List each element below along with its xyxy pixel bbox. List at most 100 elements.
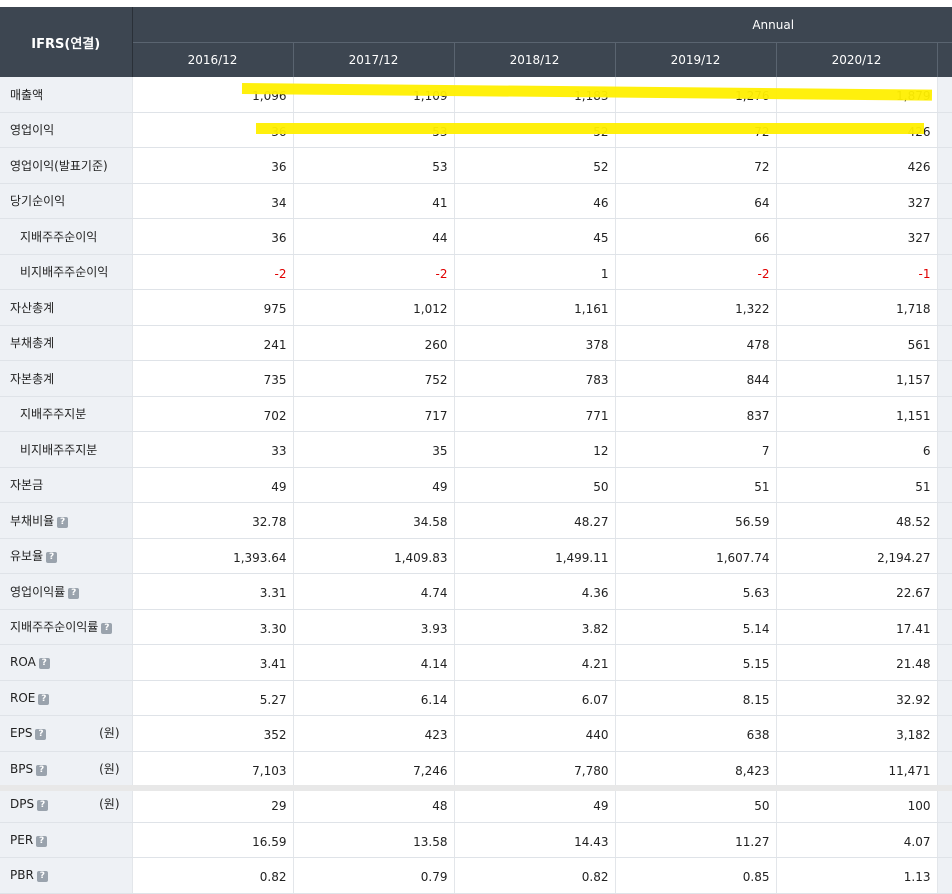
value-cell: 8,423 <box>615 751 777 787</box>
row-label[interactable]: DPS? (원) <box>0 786 133 823</box>
table-row: 지배주주순이익률? 3.30 3.93 3.82 5.14 17.41 <box>0 609 952 645</box>
row-stub <box>937 751 952 787</box>
row-stub <box>937 360 952 397</box>
value-cell: 0.82 <box>454 857 616 894</box>
row-label[interactable]: EPS? (원) <box>0 715 133 752</box>
help-icon[interactable]: ? <box>36 871 48 883</box>
value-cell: 3.82 <box>454 609 616 645</box>
value-cell: 17.41 <box>776 609 938 645</box>
row-stub <box>937 431 952 468</box>
row-label-text: ROA <box>10 655 36 670</box>
value-cell: 1,276 <box>615 77 777 113</box>
row-label-text: 지배주주지분 <box>20 407 87 422</box>
value-cell: 48.27 <box>454 502 616 539</box>
help-icon[interactable]: ? <box>68 587 80 599</box>
row-stub <box>937 644 952 681</box>
row-label: 영업이익(발표기준) <box>0 147 133 184</box>
value-cell: 34.58 <box>293 502 455 539</box>
value-cell: 52 <box>454 112 616 148</box>
year-header-2018-12: 2018/12 <box>454 42 616 77</box>
value-cell: 6.07 <box>454 680 616 716</box>
value-cell: 7,246 <box>293 751 455 787</box>
row-label[interactable]: ROA? <box>0 644 133 681</box>
value-cell: 72 <box>615 112 777 148</box>
help-icon[interactable]: ? <box>101 623 113 635</box>
table-row: 매출액 1,096 1,109 1,183 1,276 1,879 <box>0 77 952 113</box>
value-cell: 56.59 <box>615 502 777 539</box>
table-row: 영업이익 36 53 52 72 426 <box>0 112 952 148</box>
value-cell: 7,103 <box>132 751 294 787</box>
row-label-text: BPS <box>10 761 34 776</box>
value-cell: 3.93 <box>293 609 455 645</box>
row-stub <box>937 147 952 184</box>
help-icon[interactable]: ? <box>38 658 50 670</box>
row-label[interactable]: 부채비율? <box>0 502 133 539</box>
value-cell: 41 <box>293 183 455 219</box>
row-label[interactable]: 지배주주순이익률? <box>0 609 133 645</box>
value-cell: 1,109 <box>293 77 455 113</box>
help-icon[interactable]: ? <box>37 800 49 812</box>
value-cell: 4.07 <box>776 822 938 858</box>
value-cell: 64 <box>615 183 777 219</box>
row-label[interactable]: 유보율? <box>0 538 133 574</box>
year-header-2020-12: 2020/12 <box>776 42 938 77</box>
financial-summary-table: IFRS(연결) Annual 2016/12 2017/12 2018/12 201… <box>0 7 952 894</box>
financial-summary-panel: IFRS(연결) Annual 2016/12 2017/12 2018/12 201… <box>0 7 952 894</box>
help-icon[interactable]: ? <box>46 552 58 564</box>
value-cell: 5.27 <box>132 680 294 716</box>
help-icon[interactable]: ? <box>36 764 48 776</box>
table-row: 부채비율? 32.78 34.58 48.27 56.59 48.52 <box>0 502 952 539</box>
value-cell: 771 <box>454 396 616 432</box>
value-cell: 378 <box>454 325 616 361</box>
table-row: PBR? 0.82 0.79 0.82 0.85 1.13 <box>0 857 952 894</box>
table-row: 영업이익률? 3.31 4.74 4.36 5.63 22.67 <box>0 573 952 610</box>
row-stub <box>937 822 952 858</box>
value-cell: -1 <box>776 254 938 290</box>
value-cell: 8.15 <box>615 680 777 716</box>
row-stub <box>937 254 952 290</box>
value-cell: 327 <box>776 218 938 255</box>
value-cell: 1 <box>454 254 616 290</box>
value-cell: 1,096 <box>132 77 294 113</box>
row-stub <box>937 573 952 610</box>
help-icon[interactable]: ? <box>38 693 50 705</box>
value-cell: 50 <box>615 786 777 823</box>
help-icon[interactable]: ? <box>36 835 48 847</box>
row-label[interactable]: PER? <box>0 822 133 858</box>
value-cell: 1,393.64 <box>132 538 294 574</box>
value-cell: 5.15 <box>615 644 777 681</box>
help-icon[interactable]: ? <box>35 729 47 741</box>
value-cell: 32.78 <box>132 502 294 539</box>
value-cell: 638 <box>615 715 777 752</box>
row-label[interactable]: 영업이익률? <box>0 573 133 610</box>
row-label-text: 매출액 <box>10 87 44 102</box>
unit-label: (원) <box>99 797 120 811</box>
row-stub <box>937 325 952 361</box>
row-stub <box>937 183 952 219</box>
row-label[interactable]: ROE? <box>0 680 133 716</box>
row-label-text: 자본총계 <box>10 371 55 386</box>
value-cell: 1,157 <box>776 360 938 397</box>
value-cell: 4.36 <box>454 573 616 610</box>
value-cell: 7 <box>615 431 777 468</box>
value-cell: 241 <box>132 325 294 361</box>
table-row: 부채총계 241 260 378 478 561 <box>0 325 952 361</box>
row-label-text: 자본금 <box>10 478 44 493</box>
value-cell: 3.41 <box>132 644 294 681</box>
value-cell: 14.43 <box>454 822 616 858</box>
table-row: 자산총계 975 1,012 1,161 1,322 1,718 <box>0 289 952 326</box>
row-label-text: EPS <box>10 726 33 741</box>
value-cell: 5.63 <box>615 573 777 610</box>
row-label[interactable]: PBR? <box>0 857 133 894</box>
row-label-text: 지배주주순이익 <box>20 229 98 244</box>
value-cell: 426 <box>776 147 938 184</box>
value-cell: 66 <box>615 218 777 255</box>
row-label[interactable]: BPS? (원) <box>0 751 133 787</box>
help-icon[interactable]: ? <box>57 516 69 528</box>
horizontal-scrollbar[interactable] <box>0 785 952 791</box>
row-stub <box>937 715 952 752</box>
row-label-text: PER <box>10 832 34 847</box>
value-cell: 36 <box>132 147 294 184</box>
row-label: 부채총계 <box>0 325 133 361</box>
table-row: 영업이익(발표기준) 36 53 52 72 426 <box>0 147 952 184</box>
